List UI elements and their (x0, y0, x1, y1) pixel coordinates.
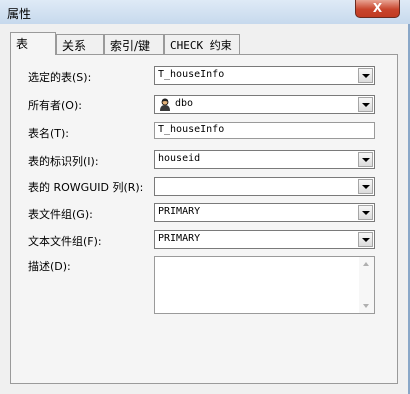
chevron-down-icon[interactable] (358, 68, 373, 83)
chevron-down-icon[interactable] (358, 152, 373, 167)
table-name-input[interactable]: T_houseInfo (154, 122, 375, 139)
filegroup-value: PRIMARY (158, 206, 201, 217)
tab-table[interactable]: 表 (10, 32, 56, 55)
tab-indexes-keys[interactable]: 索引/键 (104, 34, 164, 54)
table-name-value: T_houseInfo (158, 124, 225, 135)
owner-label: 所有者(O): (28, 99, 82, 112)
selected-table-value: T_houseInfo (158, 69, 225, 80)
selected-table-label: 选定的表(S): (28, 71, 92, 84)
dialog-body: 表 关系 索引/键 CHECK 约束 选定的表(S): T_houseInfo … (0, 24, 410, 394)
identity-column-label: 表的标识列(I): (28, 155, 99, 168)
window-title: 属性 (7, 7, 32, 21)
tab-check-constraints[interactable]: CHECK 约束 (164, 34, 240, 54)
tab-check-label: CHECK 约束 (170, 39, 232, 52)
rowguid-column-dropdown[interactable] (154, 177, 375, 196)
text-filegroup-value: PRIMARY (158, 233, 201, 244)
user-icon (160, 98, 170, 111)
rowguid-column-label: 表的 ROWGUID 列(R): (28, 181, 144, 194)
chevron-down-icon[interactable] (358, 232, 373, 247)
identity-column-value: houseid (158, 153, 201, 164)
chevron-down-icon[interactable] (358, 205, 373, 220)
scroll-down-icon[interactable] (363, 304, 369, 308)
description-scrollbar[interactable] (359, 257, 374, 313)
selected-table-dropdown[interactable]: T_houseInfo (154, 66, 375, 85)
description-label: 描述(D): (28, 260, 71, 273)
title-bar: 属性 X (0, 0, 410, 24)
owner-value: dbo (175, 98, 194, 109)
identity-column-dropdown[interactable]: houseid (154, 150, 375, 169)
description-textarea[interactable] (154, 256, 375, 314)
close-button[interactable]: X (355, 0, 400, 18)
text-filegroup-dropdown[interactable]: PRIMARY (154, 230, 375, 249)
tab-relationships[interactable]: 关系 (56, 34, 104, 54)
table-name-label: 表名(T): (28, 127, 70, 140)
chevron-down-icon[interactable] (358, 179, 373, 194)
text-filegroup-label: 文本文件组(F): (28, 235, 102, 248)
filegroup-label: 表文件组(G): (28, 208, 93, 221)
filegroup-dropdown[interactable]: PRIMARY (154, 203, 375, 222)
scroll-up-icon[interactable] (363, 262, 369, 266)
chevron-down-icon[interactable] (358, 97, 373, 112)
table-properties-panel: 选定的表(S): T_houseInfo 所有者(O): dbo 表名(T): … (10, 54, 398, 384)
owner-dropdown[interactable]: dbo (154, 95, 375, 114)
